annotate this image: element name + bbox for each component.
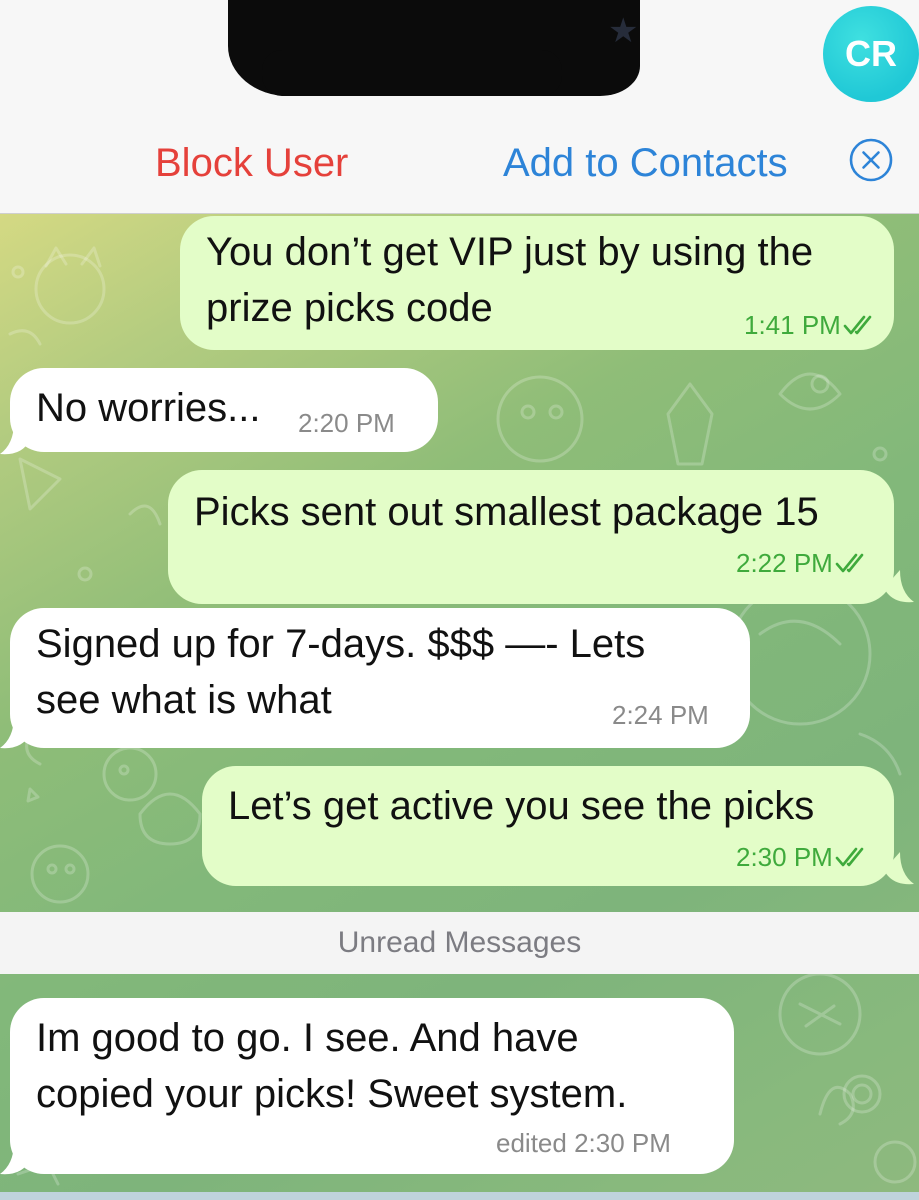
bubble-tail — [0, 422, 30, 455]
message-time: 2:24 PM — [612, 700, 709, 730]
message-text-line: Picks sent out smallest package 15 — [194, 490, 819, 534]
bubble-tail — [884, 570, 914, 603]
message-time: edited 2:30 PM — [496, 1128, 671, 1158]
bubble-tail — [884, 852, 914, 885]
message-text-line: copied your picks! Sweet system. — [36, 1072, 628, 1116]
message-text-line: prize picks code — [206, 286, 493, 330]
bubble-tail — [0, 1142, 30, 1175]
double-check-icon — [843, 315, 872, 335]
message-time: 1:41 PM — [744, 310, 841, 340]
block-user-button[interactable]: Block User — [155, 140, 348, 186]
unread-messages-divider: Unread Messages — [0, 912, 919, 974]
outgoing-message[interactable]: You don’t get VIP just by using the priz… — [180, 216, 894, 350]
message-text-line: You don’t get VIP just by using the — [206, 230, 814, 274]
chat-header: online ★ CR — [0, 0, 919, 111]
unread-messages-label: Unread Messages — [337, 926, 582, 959]
star-icon: ★ — [608, 12, 639, 50]
incoming-message[interactable]: No worries... 2:20 PM — [10, 368, 438, 452]
input-bar-edge — [0, 1192, 919, 1200]
outgoing-message[interactable]: Picks sent out smallest package 15 2:22 … — [168, 470, 894, 604]
add-to-contacts-button[interactable]: Add to Contacts — [503, 140, 788, 186]
incoming-message[interactable]: Signed up for 7-days. $$$ —- Lets see wh… — [10, 608, 750, 748]
message-text-line: No worries... — [36, 386, 261, 430]
double-check-icon — [835, 553, 864, 573]
chat-messages-area[interactable]: You don’t get VIP just by using the priz… — [0, 214, 919, 1200]
outgoing-message[interactable]: Let’s get active you see the picks 2:30 … — [202, 766, 894, 886]
close-icon[interactable] — [849, 138, 893, 182]
message-time: 2:22 PM — [736, 548, 833, 578]
message-text-line: Signed up for 7-days. $$$ —- Lets — [36, 622, 646, 666]
message-text-line: see what is what — [36, 678, 332, 722]
incoming-message[interactable]: Im good to go. I see. And have copied yo… — [10, 998, 734, 1174]
redacted-contact-name-extra — [262, 50, 562, 96]
message-timestamp: 2:30 PM — [736, 842, 869, 872]
message-text-line: Let’s get active you see the picks — [228, 784, 815, 828]
message-timestamp: 2:22 PM — [736, 548, 869, 578]
message-timestamp: 1:41 PM — [744, 310, 877, 340]
contact-action-bar: Block User Add to Contacts — [0, 110, 919, 214]
message-time: 2:20 PM — [298, 408, 395, 438]
message-time: 2:30 PM — [736, 842, 833, 872]
double-check-icon — [835, 847, 864, 867]
bubble-tail — [0, 716, 30, 749]
message-text-line: Im good to go. I see. And have — [36, 1016, 579, 1060]
contact-avatar[interactable]: CR — [823, 6, 919, 102]
